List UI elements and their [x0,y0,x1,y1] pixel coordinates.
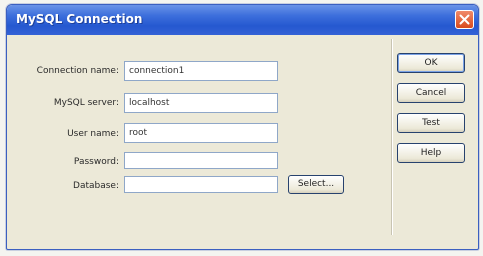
mysql-connection-dialog: MySQL Connection Connection name: MySQL … [6,4,479,250]
test-button[interactable]: Test [397,113,465,133]
connection-name-label: Connection name: [36,66,119,76]
ok-button[interactable]: OK [397,53,465,73]
mysql-server-field[interactable]: localhost [124,93,278,113]
user-name-field[interactable]: root [124,123,278,143]
password-label: Password: [73,157,119,167]
database-field[interactable] [124,176,278,193]
user-name-label: User name: [67,129,119,139]
database-label: Database: [73,181,119,191]
select-database-button[interactable]: Select... [288,175,344,194]
close-icon [459,14,470,25]
password-field[interactable] [124,152,278,169]
dialog-title: MySQL Connection [16,12,143,26]
mysql-server-label: MySQL server: [53,98,119,108]
title-bar[interactable]: MySQL Connection [7,5,478,35]
help-button[interactable]: Help [397,143,465,163]
cancel-button[interactable]: Cancel [397,83,465,103]
divider [391,39,393,235]
close-button[interactable] [455,10,474,29]
connection-name-field[interactable]: connection1 [124,61,278,81]
